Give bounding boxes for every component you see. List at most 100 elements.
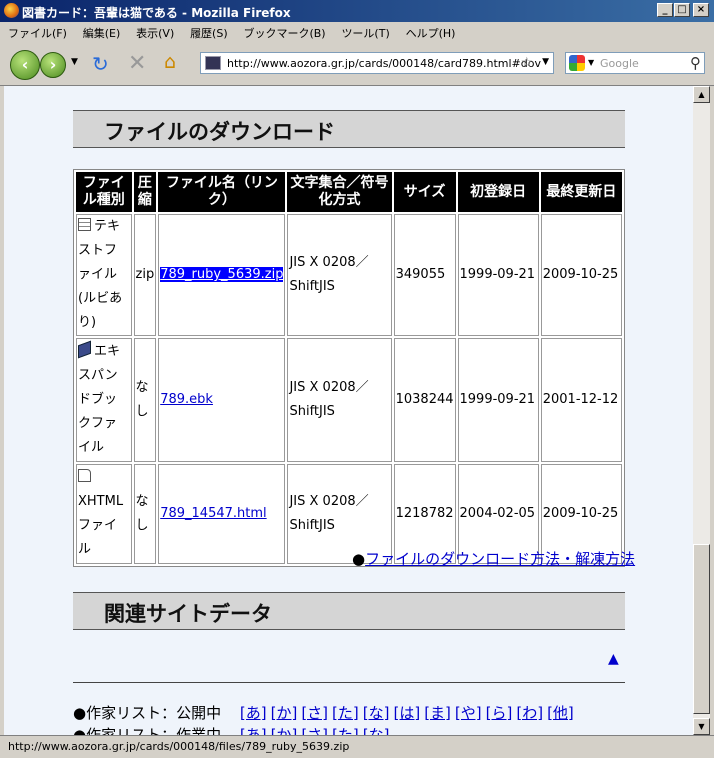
- type-text: テキストファイル(ルビあり): [78, 219, 123, 330]
- updated-cell: 2009-10-25: [540, 214, 622, 336]
- type-text: エキスパンドブックファイル: [78, 344, 121, 455]
- file-link[interactable]: 789_14547.html: [160, 506, 266, 521]
- size-cell: 349055: [393, 214, 456, 336]
- minimize-button[interactable]: _: [657, 3, 673, 17]
- compress-cell: zip: [133, 214, 157, 336]
- divider: [73, 682, 625, 683]
- address-bar[interactable]: http://www.aozora.gr.jp/cards/000148/car…: [200, 52, 554, 74]
- size-cell: 1038244: [393, 338, 456, 462]
- kana-link-na[interactable]: [な]: [363, 726, 390, 735]
- url-dropdown-icon[interactable]: ▼: [542, 57, 549, 67]
- search-magnifier-icon[interactable]: ⚲: [690, 54, 701, 72]
- menu-history[interactable]: 履歴(S): [190, 27, 228, 40]
- file-link[interactable]: 789_ruby_5639.zip: [160, 267, 284, 282]
- howto-link[interactable]: ファイルのダウンロード方法・解凍方法: [365, 550, 635, 568]
- bookmark-star-icon[interactable]: ☆: [520, 55, 533, 71]
- author-list: ●作家リスト：公開中 [あ] [か] [さ] [た] [な] [は] [ま] [や] [ら] [わ…: [73, 702, 578, 723]
- kana-link-ka[interactable]: [か]: [271, 704, 298, 722]
- kana-link-ha[interactable]: [は]: [393, 704, 420, 722]
- maximize-button[interactable]: □: [674, 3, 690, 17]
- header-compress: 圧縮: [133, 172, 157, 212]
- table-row: エキスパンドブックファイル なし 789.ebk JIS X 0208／Shif…: [76, 338, 622, 462]
- page-content: ファイルのダウンロード ファイル種別 圧縮 ファイル名（リンク） 文字集合／符号…: [4, 86, 693, 735]
- table-row: テキストファイル(ルビあり) zip 789_ruby_5639.zip JIS…: [76, 214, 622, 336]
- created-cell: 1999-09-21: [457, 214, 539, 336]
- menu-bar: ファイル(F) 編集(E) 表示(V) 履歴(S) ブックマーク(B) ツール(…: [0, 22, 714, 42]
- window-titlebar: 図書カード：吾輩は猫である - Mozilla Firefox _ □ ×: [0, 0, 714, 22]
- scroll-up-icon[interactable]: ▲: [693, 86, 710, 103]
- kana-link-ma[interactable]: [ま]: [424, 704, 451, 722]
- header-updated: 最終更新日: [540, 172, 622, 212]
- engine-dropdown-icon[interactable]: ▼: [588, 58, 594, 67]
- search-input[interactable]: ▼ Google ⚲: [565, 52, 705, 74]
- compress-cell: なし: [133, 338, 157, 462]
- file-link[interactable]: 789.ebk: [160, 392, 213, 407]
- book-icon: [78, 340, 91, 359]
- type-cell: エキスパンドブックファイル: [76, 338, 132, 462]
- stop-icon[interactable]: ✕: [128, 51, 146, 76]
- download-table: ファイル種別 圧縮 ファイル名（リンク） 文字集合／符号化方式 サイズ 初登録日…: [73, 169, 625, 567]
- site-favicon-icon: [205, 56, 221, 70]
- back-button[interactable]: ‹: [10, 50, 40, 80]
- type-cell: テキストファイル(ルビあり): [76, 214, 132, 336]
- search-placeholder: Google: [600, 57, 639, 70]
- back-to-top-link[interactable]: ▲: [608, 651, 619, 667]
- header-size: サイズ: [393, 172, 456, 212]
- header-charset: 文字集合／符号化方式: [287, 172, 392, 212]
- header-type: ファイル種別: [76, 172, 132, 212]
- navigation-toolbar: ‹ › ▼ ↻ ✕ ⌂ http://www.aozora.gr.jp/card…: [0, 42, 714, 86]
- kana-link-other[interactable]: [他]: [547, 704, 574, 722]
- header-filename: ファイル名（リンク）: [158, 172, 286, 212]
- menu-file[interactable]: ファイル(F): [8, 27, 67, 40]
- menu-help[interactable]: ヘルプ(H): [406, 27, 456, 40]
- charset-cell: JIS X 0208／ShiftJIS: [287, 214, 392, 336]
- reload-icon[interactable]: ↻: [92, 52, 109, 76]
- filename-cell: 789.ebk: [158, 338, 286, 462]
- author-list-label: ●作家リスト：公開中: [73, 704, 222, 722]
- address-text: http://www.aozora.gr.jp/cards/000148/car…: [227, 57, 541, 70]
- kana-link-sa[interactable]: [さ]: [301, 704, 328, 722]
- text-file-icon: [78, 218, 91, 231]
- download-heading: ファイルのダウンロード: [73, 110, 625, 148]
- type-text: XHTMLファイル: [78, 494, 124, 557]
- filename-cell: 789_ruby_5639.zip: [158, 214, 286, 336]
- type-cell: XHTMLファイル: [76, 464, 132, 564]
- kana-link-a[interactable]: [あ]: [240, 726, 267, 735]
- author-list-working: ●作家リスト：作業中 [あ] [か] [さ] [た] [な]: [73, 724, 393, 735]
- kana-link-ya[interactable]: [や]: [455, 704, 482, 722]
- google-engine-icon[interactable]: [569, 55, 585, 71]
- kana-link-ta[interactable]: [た]: [332, 726, 359, 735]
- header-created: 初登録日: [457, 172, 539, 212]
- kana-link-na[interactable]: [な]: [363, 704, 390, 722]
- filename-cell: 789_14547.html: [158, 464, 286, 564]
- html-file-icon: [78, 469, 91, 482]
- download-howto: ●ファイルのダウンロード方法・解凍方法: [352, 548, 635, 569]
- home-icon[interactable]: ⌂: [164, 51, 176, 73]
- scroll-thumb[interactable]: [693, 544, 710, 714]
- menu-bookmarks[interactable]: ブックマーク(B): [243, 27, 325, 40]
- compress-cell: なし: [133, 464, 157, 564]
- howto-bullet: ●: [352, 550, 366, 568]
- window-title: 図書カード：吾輩は猫である - Mozilla Firefox: [22, 6, 291, 20]
- created-cell: 1999-09-21: [457, 338, 539, 462]
- menu-view[interactable]: 表示(V): [136, 27, 174, 40]
- related-heading: 関連サイトデータ: [73, 592, 625, 630]
- kana-link-ka[interactable]: [か]: [271, 726, 298, 735]
- history-dropdown-icon[interactable]: ▼: [71, 57, 78, 67]
- status-bar: http://www.aozora.gr.jp/cards/000148/fil…: [0, 735, 714, 758]
- author-list-label-working: ●作家リスト：作業中: [73, 726, 222, 735]
- firefox-icon: [4, 3, 19, 18]
- kana-link-wa[interactable]: [わ]: [516, 704, 543, 722]
- kana-link-sa[interactable]: [さ]: [301, 726, 328, 735]
- kana-link-ta[interactable]: [た]: [332, 704, 359, 722]
- menu-edit[interactable]: 編集(E): [83, 27, 121, 40]
- updated-cell: 2001-12-12: [540, 338, 622, 462]
- close-button[interactable]: ×: [693, 3, 709, 17]
- forward-button[interactable]: ›: [40, 52, 66, 78]
- kana-link-ra[interactable]: [ら]: [486, 704, 513, 722]
- vertical-scrollbar[interactable]: ▲ ▼: [693, 86, 710, 735]
- table-header-row: ファイル種別 圧縮 ファイル名（リンク） 文字集合／符号化方式 サイズ 初登録日…: [76, 172, 622, 212]
- kana-link-a[interactable]: [あ]: [240, 704, 267, 722]
- menu-tools[interactable]: ツール(T): [341, 27, 389, 40]
- scroll-down-icon[interactable]: ▼: [693, 718, 710, 735]
